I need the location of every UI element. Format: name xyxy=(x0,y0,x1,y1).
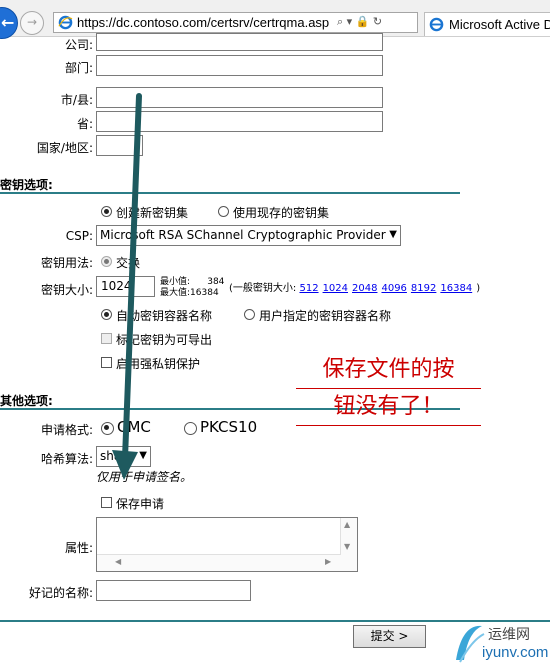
watermark-cn: 运维网 xyxy=(488,627,530,643)
watermark-en: iyunv.com xyxy=(482,644,549,661)
watermark-logo: 运维网 iyunv.com xyxy=(452,618,550,668)
annotation-arrow xyxy=(112,93,142,480)
swoosh-icon xyxy=(456,625,485,663)
arrow-head-icon xyxy=(112,450,138,480)
annotation-text: 保存文件的按 钮没有了！ xyxy=(296,352,481,426)
annotation-line-1: 保存文件的按 xyxy=(296,352,481,389)
arrow-shaft xyxy=(122,93,142,461)
annotation-line-2: 钮没有了！ xyxy=(296,389,481,426)
